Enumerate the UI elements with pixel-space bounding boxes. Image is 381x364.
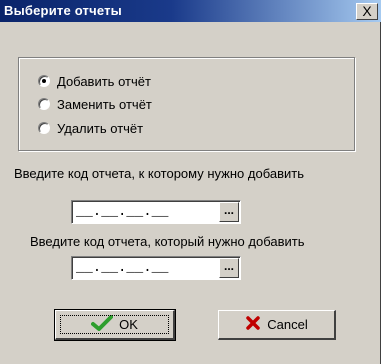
cancel-label: Cancel bbox=[267, 317, 308, 332]
radio-button[interactable] bbox=[38, 98, 50, 110]
window-title: Выберите отчеты bbox=[4, 3, 122, 18]
title-bar[interactable]: Выберите отчеты X bbox=[0, 0, 381, 22]
close-icon: X bbox=[362, 3, 372, 19]
radio-delete-report[interactable]: Удалить отчёт bbox=[38, 118, 143, 138]
radio-add-report[interactable]: Добавить отчёт bbox=[38, 71, 151, 91]
radio-label: Заменить отчёт bbox=[57, 96, 152, 112]
radio-button-checked[interactable] bbox=[38, 75, 50, 87]
radio-label: Добавить отчёт bbox=[57, 73, 151, 89]
focus-rectangle bbox=[60, 315, 169, 334]
source-code-input[interactable]: __.__.__.__ ... bbox=[71, 256, 241, 280]
radio-replace-report[interactable]: Заменить отчёт bbox=[38, 94, 152, 114]
target-code-input[interactable]: __.__.__.__ ... bbox=[71, 200, 241, 224]
radio-label: Удалить отчёт bbox=[57, 120, 144, 136]
dialog-window: Выберите отчеты X Добавить отчёт Заменит… bbox=[0, 0, 381, 364]
close-button[interactable]: X bbox=[356, 3, 378, 20]
ok-button[interactable]: OK bbox=[54, 309, 176, 341]
radio-button[interactable] bbox=[38, 122, 50, 134]
ellipsis-icon[interactable]: ... bbox=[219, 258, 239, 278]
ellipsis-icon[interactable]: ... bbox=[219, 202, 239, 222]
target-code-value: __.__.__.__ bbox=[76, 204, 169, 220]
x-icon bbox=[245, 315, 261, 334]
target-code-prompt: Введите код отчета, к которому нужно доб… bbox=[14, 166, 304, 181]
source-code-prompt: Введите код отчета, который нужно добави… bbox=[30, 234, 305, 249]
source-code-value: __.__.__.__ bbox=[76, 260, 169, 276]
cancel-button[interactable]: Cancel bbox=[218, 310, 336, 340]
